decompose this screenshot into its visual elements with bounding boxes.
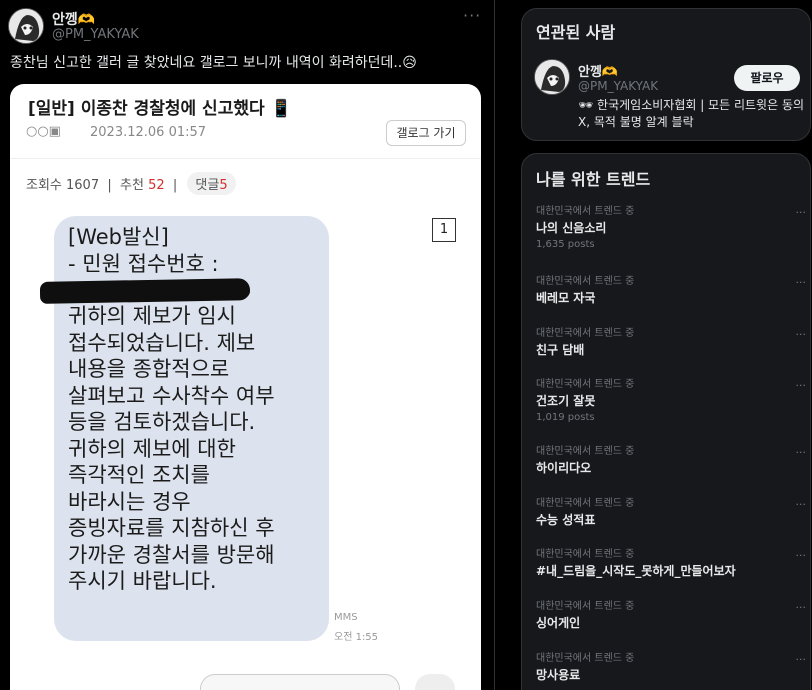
mms-line: 귀하의 제보가 임시 — [68, 304, 236, 328]
avatar-illustration-icon — [9, 9, 43, 43]
trend-more-icon[interactable]: ··· — [796, 276, 807, 289]
post-stats: 조회수 1607 | 추천 52 | 댓글5 — [26, 172, 236, 195]
trend-more-icon[interactable]: ··· — [796, 206, 807, 219]
trend-more-icon[interactable]: ··· — [796, 498, 807, 511]
trend-more-icon[interactable]: ··· — [796, 549, 807, 562]
tweet-column: 안껭🫶 @PM_YAKYAK ··· 종찬님 신고한 갤러 글 찾았네요 갤로그… — [0, 0, 495, 690]
mms-type-label: MMS — [334, 612, 358, 623]
related-people-panel: 연관된 사람 안껭🫶 @PM_YAKYAK 팔로우 🕶 한국게임소비자협회 | … — [521, 8, 811, 141]
tweet-author-handle[interactable]: @PM_YAKYAK — [52, 27, 139, 42]
trend-item[interactable]: 대한민국에서 트렌드 중 #내_드림을_시작도_못하게_만들어보자 ··· — [536, 549, 806, 579]
avatar-illustration-icon — [535, 60, 569, 94]
recommend-count: 52 — [148, 178, 165, 193]
trend-name: 나의 신음소리 — [536, 221, 607, 235]
mms-line: 접수되었습니다. 제보 — [68, 330, 256, 355]
trend-context: 대한민국에서 트렌드 중 — [536, 379, 635, 390]
tweet-author-name[interactable]: 안껭🫶 — [52, 9, 95, 29]
trend-context: 대한민국에서 트렌드 중 — [536, 653, 635, 664]
recommend-label: 추천 — [120, 178, 144, 193]
trend-context: 대한민국에서 트렌드 중 — [536, 328, 635, 339]
related-user-avatar[interactable] — [534, 59, 570, 95]
related-user-name[interactable]: 안껭🫶 — [578, 61, 618, 80]
trends-title: 나를 위한 트렌드 — [536, 170, 651, 189]
trend-item[interactable]: 대한민국에서 트렌드 중 싱어게인 ··· — [536, 601, 806, 631]
mms-time: 오전 1:55 — [334, 632, 379, 643]
post-title: [일반] 이종찬 경찰청에 신고했다 📱 — [28, 99, 292, 119]
follow-button[interactable]: 팔로우 — [734, 65, 800, 91]
related-people-title: 연관된 사람 — [536, 23, 616, 42]
trend-context: 대한민국에서 트렌드 중 — [536, 206, 635, 217]
trend-post-count: 1,635 posts — [536, 239, 595, 250]
trend-item[interactable]: 대한민국에서 트렌드 중 망사용료 ··· — [536, 653, 806, 683]
mms-line: 바라시는 경우 — [68, 489, 191, 514]
mms-line: 귀하의 제보에 대한 — [68, 436, 236, 461]
comment-label: 댓글 — [195, 178, 220, 193]
tweet-author-avatar[interactable] — [8, 8, 44, 44]
trend-name: 베레모 자국 — [536, 291, 596, 305]
redaction-scribble — [130, 284, 250, 298]
trend-more-icon[interactable]: ··· — [796, 379, 807, 392]
trend-context: 대한민국에서 트렌드 중 — [536, 498, 635, 509]
trends-panel: 나를 위한 트렌드 대한민국에서 트렌드 중 나의 신음소리 1,635 pos… — [521, 153, 811, 690]
trend-more-icon[interactable]: ··· — [796, 653, 807, 666]
trend-name: 하이리다오 — [536, 461, 592, 475]
trend-name: #내_드림을_시작도_못하게_만들어보자 — [536, 564, 736, 578]
trend-item[interactable]: 대한민국에서 트렌드 중 건조기 잘못 1,019 posts ··· — [536, 379, 806, 423]
mms-line: 등을 검토하겠습니다. — [68, 410, 256, 434]
trend-more-icon[interactable]: ··· — [796, 601, 807, 614]
comment-badge: 댓글5 — [187, 172, 236, 195]
tweet-image[interactable]: [일반] 이종찬 경찰청에 신고했다 📱 ○○▣ 2023.12.06 01:5… — [10, 84, 481, 690]
trend-item[interactable]: 대한민국에서 트렌드 중 나의 신음소리 1,635 posts ··· — [536, 206, 806, 250]
trend-name: 수능 성적표 — [536, 513, 596, 527]
trend-item[interactable]: 대한민국에서 트렌드 중 베레모 자국 ··· — [536, 276, 806, 306]
gallog-button: 갤로그 가기 — [386, 120, 466, 146]
trend-name: 싱어게인 — [536, 616, 581, 630]
divider — [10, 158, 481, 159]
tweet-text: 종찬님 신고한 갤러 글 찾았네요 갤로그 보니까 내역이 화려하던데..😥 — [10, 55, 417, 71]
more-options-icon[interactable]: ··· — [463, 6, 481, 25]
views-count: 조회수 1607 — [26, 178, 100, 193]
related-user-bio: 🕶 한국게임소비자협회 | 모든 리트윗은 동의 X, 목적 불명 알계 블락 — [578, 98, 805, 129]
comment-count: 5 — [219, 178, 228, 193]
post-date: 2023.12.06 01:57 — [90, 125, 207, 140]
unread-count-box: 1 — [432, 218, 456, 242]
post-author-icons: ○○▣ — [26, 124, 61, 139]
trend-name: 친구 담배 — [536, 343, 585, 357]
trend-item[interactable]: 대한민국에서 트렌드 중 하이리다오 ··· — [536, 446, 806, 476]
send-button-shape — [415, 674, 455, 690]
trend-post-count: 1,019 posts — [536, 412, 595, 423]
mms-line: - 민원 접수번호 : — [68, 251, 219, 276]
trend-context: 대한민국에서 트렌드 중 — [536, 446, 635, 457]
mms-line: [Web발신] — [68, 225, 169, 249]
trend-name: 건조기 잘못 — [536, 394, 596, 408]
trend-more-icon[interactable]: ··· — [796, 328, 807, 341]
mms-line: 증빙자료를 지참하신 후 — [68, 516, 275, 540]
mms-line: 살펴보고 수사착수 여부 — [68, 383, 275, 408]
message-input-bar — [200, 674, 400, 690]
trend-more-icon[interactable]: ··· — [796, 446, 807, 459]
related-user-handle[interactable]: @PM_YAKYAK — [578, 79, 658, 93]
trend-item[interactable]: 대한민국에서 트렌드 중 수능 성적표 ··· — [536, 498, 806, 528]
mms-line: 주시기 바랍니다. — [68, 569, 217, 593]
trend-context: 대한민국에서 트렌드 중 — [536, 601, 635, 612]
mms-line: 즉각적인 조치를 — [68, 463, 210, 487]
trend-item[interactable]: 대한민국에서 트렌드 중 친구 담배 ··· — [536, 328, 806, 358]
trend-context: 대한민국에서 트렌드 중 — [536, 549, 635, 560]
trend-name: 망사용료 — [536, 668, 581, 682]
mms-line: 가까운 경찰서를 방문해 — [68, 542, 275, 567]
mms-line: 내용을 종합적으로 — [68, 357, 230, 381]
trend-context: 대한민국에서 트렌드 중 — [536, 276, 635, 287]
